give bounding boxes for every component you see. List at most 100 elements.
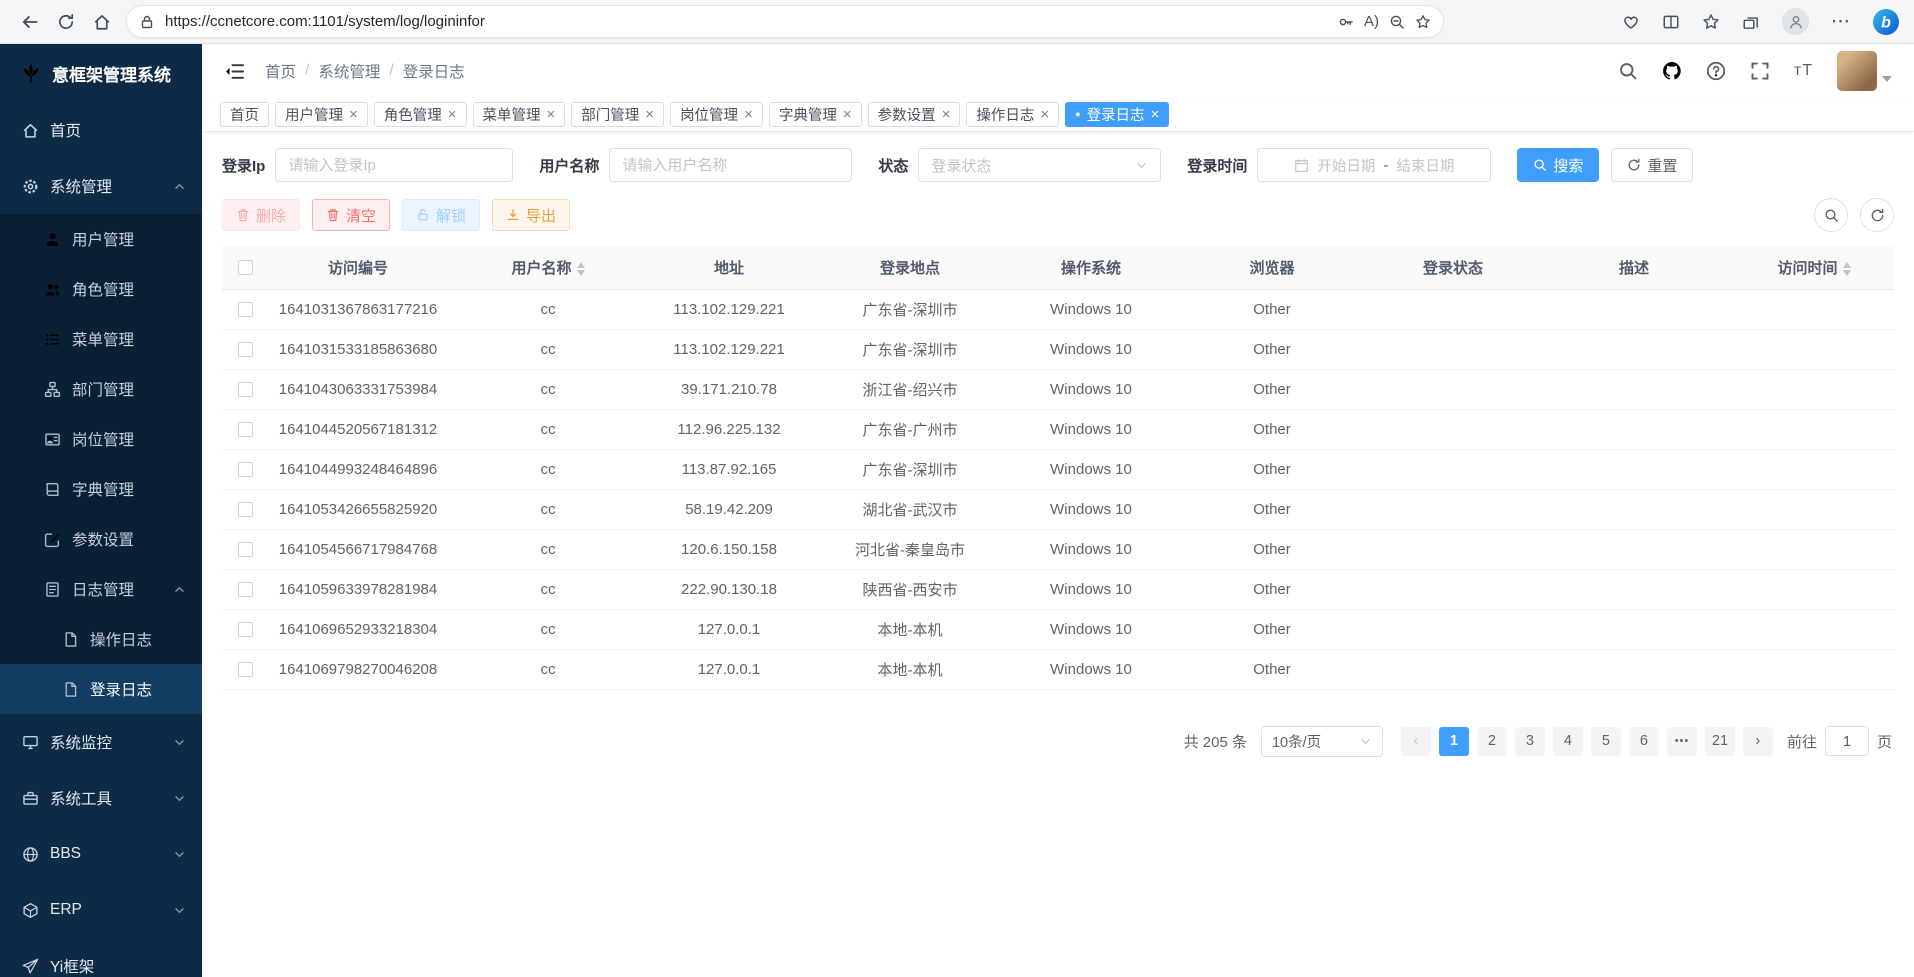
sidebar-item-yi-framework[interactable]: Yi框架 (0, 938, 202, 977)
tab-dict-management[interactable]: 字典管理× (769, 102, 862, 127)
browser-home-button[interactable] (84, 4, 120, 40)
sidebar-item-user-management[interactable]: 用户管理 (0, 214, 202, 264)
close-icon[interactable]: × (645, 107, 654, 122)
sidebar-item-system-monitor[interactable]: 系统监控 (0, 714, 202, 770)
breadcrumb-item-system[interactable]: 系统管理 (318, 60, 380, 82)
row-checkbox[interactable] (238, 542, 253, 557)
sidebar-item-post-management[interactable]: 岗位管理 (0, 414, 202, 464)
sidebar-item-log-management[interactable]: 日志管理 (0, 564, 202, 614)
tab-login-log[interactable]: ●登录日志× (1065, 102, 1169, 127)
page-size-select[interactable]: 10条/页 (1261, 726, 1383, 757)
url-text[interactable]: https://ccnetcore.com:1101/system/log/lo… (165, 13, 1328, 30)
sidebar-item-erp[interactable]: ERP (0, 882, 202, 938)
row-checkbox[interactable] (238, 422, 253, 437)
tab-role-management[interactable]: 角色管理× (374, 102, 467, 127)
login-ip-input[interactable] (288, 157, 500, 174)
favorites-icon[interactable] (1702, 13, 1720, 31)
more-pages-button[interactable]: ••• (1667, 727, 1697, 756)
site-info-lock-icon[interactable] (139, 14, 155, 30)
row-checkbox[interactable] (238, 622, 253, 637)
tab-post-management[interactable]: 岗位管理× (670, 102, 763, 127)
browser-profile-avatar[interactable] (1782, 8, 1809, 35)
search-icon[interactable] (1618, 61, 1638, 81)
help-question-icon[interactable] (1706, 61, 1726, 81)
tab-user-management[interactable]: 用户管理× (275, 102, 368, 127)
close-icon[interactable]: × (1151, 107, 1160, 122)
page-button-21[interactable]: 21 (1705, 727, 1735, 756)
date-range-picker[interactable]: 开始日期 - 结束日期 (1257, 148, 1491, 182)
row-checkbox[interactable] (238, 662, 253, 677)
toggle-search-button[interactable] (1814, 198, 1848, 232)
sidebar-item-operation-log[interactable]: 操作日志 (0, 614, 202, 664)
refresh-table-button[interactable] (1860, 198, 1894, 232)
clear-button[interactable]: 清空 (312, 199, 390, 231)
close-icon[interactable]: × (547, 107, 556, 122)
breadcrumb-item-home[interactable]: 首页 (265, 60, 296, 82)
browser-back-button[interactable] (12, 4, 48, 40)
split-screen-icon[interactable] (1662, 13, 1680, 31)
zoom-out-icon[interactable] (1389, 14, 1405, 30)
sidebar-item-bbs[interactable]: BBS (0, 826, 202, 882)
sidebar-item-home[interactable]: 首页 (0, 102, 202, 158)
github-icon[interactable] (1662, 61, 1682, 81)
row-checkbox[interactable] (238, 502, 253, 517)
user-name-input[interactable] (622, 157, 839, 174)
sort-control[interactable] (577, 262, 585, 276)
row-checkbox[interactable] (238, 382, 253, 397)
page-button-2[interactable]: 2 (1477, 727, 1507, 756)
page-button-4[interactable]: 4 (1553, 727, 1583, 756)
tab-operation-log[interactable]: 操作日志× (966, 102, 1059, 127)
delete-button[interactable]: 删除 (222, 199, 300, 231)
sidebar-item-system-tools[interactable]: 系统工具 (0, 770, 202, 826)
sidebar-item-parameter-settings[interactable]: 参数设置 (0, 514, 202, 564)
close-icon[interactable]: × (1040, 107, 1049, 122)
close-icon[interactable]: × (349, 107, 358, 122)
page-button-3[interactable]: 3 (1515, 727, 1545, 756)
close-icon[interactable]: × (942, 107, 951, 122)
user-menu[interactable] (1837, 51, 1892, 91)
goto-page-input[interactable] (1825, 726, 1869, 756)
more-options-icon[interactable]: ⋯ (1831, 10, 1850, 33)
next-page-button[interactable]: › (1743, 727, 1773, 756)
browser-essentials-icon[interactable] (1622, 13, 1640, 31)
page-button-6[interactable]: 6 (1629, 727, 1659, 756)
browser-refresh-button[interactable] (48, 4, 84, 40)
select-all-checkbox[interactable] (238, 260, 253, 275)
page-button-5[interactable]: 5 (1591, 727, 1621, 756)
user-avatar[interactable] (1837, 51, 1877, 91)
read-aloud-icon[interactable]: A) (1364, 13, 1379, 30)
close-icon[interactable]: × (448, 107, 457, 122)
search-button[interactable]: 搜索 (1517, 148, 1599, 182)
address-bar[interactable]: https://ccnetcore.com:1101/system/log/lo… (126, 5, 1444, 38)
row-checkbox[interactable] (238, 342, 253, 357)
row-checkbox[interactable] (238, 302, 253, 317)
sidebar-item-system-management[interactable]: 系统管理 (0, 158, 202, 214)
page-button-1[interactable]: 1 (1439, 727, 1469, 756)
sort-control[interactable] (1843, 262, 1851, 276)
app-logo[interactable]: 意框架管理系统 (0, 44, 202, 102)
password-key-icon[interactable] (1338, 14, 1354, 30)
tab-home[interactable]: 首页 (220, 102, 269, 127)
sidebar-item-menu-management[interactable]: 菜单管理 (0, 314, 202, 364)
row-checkbox[interactable] (238, 582, 253, 597)
export-button[interactable]: 导出 (492, 199, 570, 231)
sidebar-item-role-management[interactable]: 角色管理 (0, 264, 202, 314)
copilot-bing-icon[interactable]: b (1872, 8, 1900, 36)
sidebar-fold-icon[interactable] (224, 61, 245, 82)
tab-department-management[interactable]: 部门管理× (571, 102, 664, 127)
close-icon[interactable]: × (744, 107, 753, 122)
sidebar-item-dict-management[interactable]: 字典管理 (0, 464, 202, 514)
row-checkbox[interactable] (238, 462, 253, 477)
unlock-button[interactable]: 解锁 (402, 199, 480, 231)
close-icon[interactable]: × (843, 107, 852, 122)
status-select[interactable]: 登录状态 (918, 148, 1161, 182)
reset-button[interactable]: 重置 (1611, 148, 1693, 182)
fullscreen-icon[interactable] (1750, 61, 1770, 81)
tab-parameter-settings[interactable]: 参数设置× (868, 102, 961, 127)
sidebar-item-login-log[interactable]: 登录日志 (0, 664, 202, 714)
collections-icon[interactable] (1742, 13, 1760, 31)
sidebar-item-department-management[interactable]: 部门管理 (0, 364, 202, 414)
font-size-icon[interactable]: тT (1794, 62, 1813, 80)
prev-page-button[interactable]: ‹ (1401, 727, 1431, 756)
tab-menu-management[interactable]: 菜单管理× (473, 102, 566, 127)
